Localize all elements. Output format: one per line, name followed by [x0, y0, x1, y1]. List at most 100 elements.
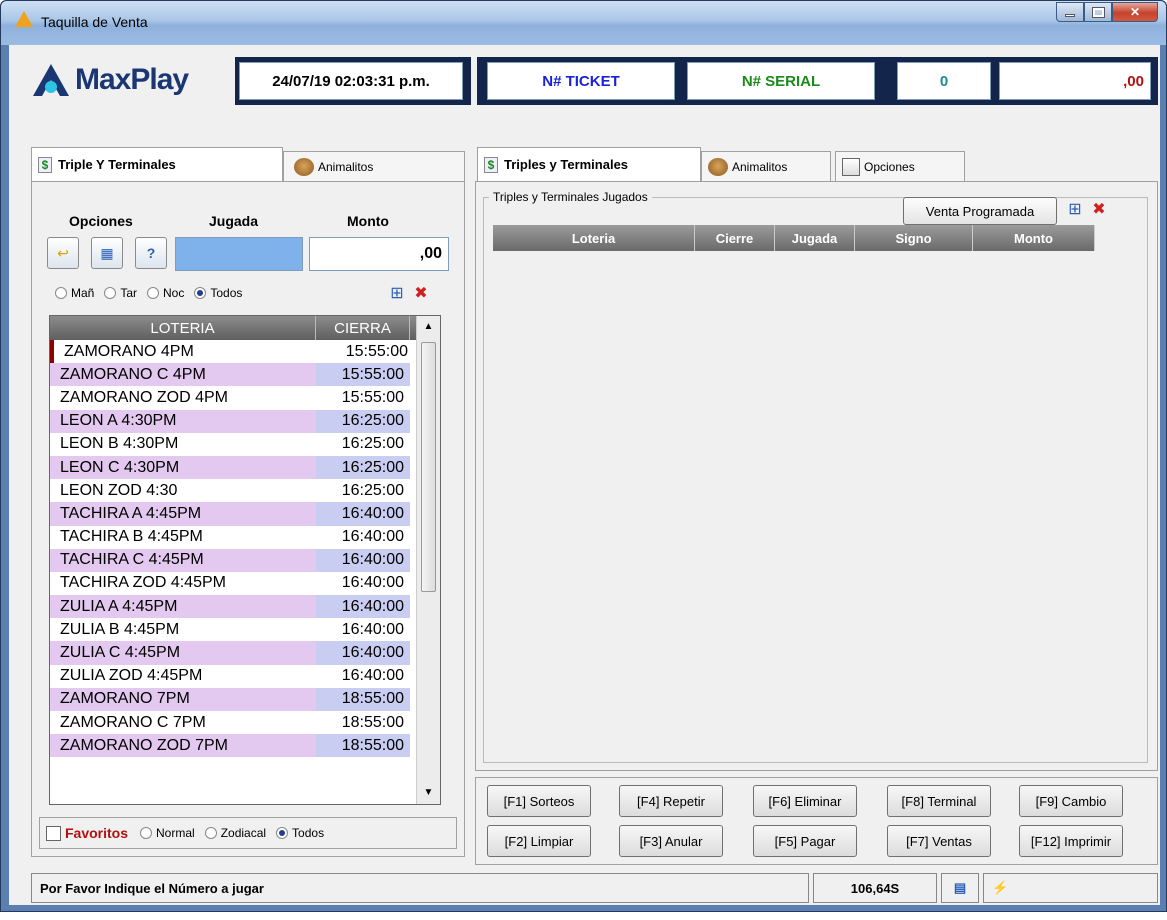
played-grid-header: Loteria Cierre Jugada Signo Monto	[493, 225, 1095, 251]
opciones-label: Opciones	[69, 213, 133, 229]
report-icon[interactable]: ▤	[941, 873, 979, 903]
jugada-input[interactable]	[175, 237, 303, 271]
radio-label: Todos	[292, 826, 325, 840]
dollar-icon: $	[38, 156, 52, 173]
fkey-button[interactable]: [F3] Anular	[619, 825, 723, 857]
radio-normal[interactable]: Normal	[140, 826, 195, 840]
scroll-down-icon[interactable]: ▼	[417, 782, 440, 804]
grid-button[interactable]: ▦	[91, 237, 123, 269]
lottery-row[interactable]: ZULIA A 4:45PM 16:40:00	[50, 595, 440, 619]
column-header[interactable]: Loteria	[493, 225, 695, 251]
options-icon	[842, 157, 860, 176]
logo-text: MaxPlay	[75, 63, 189, 96]
lion-icon	[708, 157, 728, 176]
lottery-name: ZAMORANO ZOD 4PM	[60, 388, 229, 406]
fkey-button[interactable]: [F7] Ventas	[887, 825, 991, 857]
lottery-name: LEON C 4:30PM	[50, 455, 316, 480]
favoritos-label: Favoritos	[65, 825, 129, 841]
expand-icon[interactable]: ⊞	[1065, 199, 1085, 219]
radio-label: Normal	[156, 826, 195, 840]
lottery-row[interactable]: ZULIA B 4:45PM 16:40:00	[50, 618, 440, 641]
tab-triples-terminales-right[interactable]: $ Triples y Terminales	[477, 147, 701, 181]
venta-programada-button[interactable]: Venta Programada	[903, 197, 1057, 225]
lottery-row[interactable]: LEON B 4:30PM 16:25:00	[50, 433, 440, 456]
ticket-amount: ,00	[999, 62, 1151, 100]
maximize-button[interactable]	[1084, 2, 1112, 22]
lottery-row[interactable]: TACHIRA A 4:45PM 16:40:00	[50, 502, 440, 526]
fkey-button[interactable]: [F2] Limpiar	[487, 825, 591, 857]
tab-opciones[interactable]: Opciones	[835, 151, 965, 181]
logo: MaxPlay	[31, 55, 189, 105]
fkey-button[interactable]: [F12] Imprimir	[1019, 825, 1123, 857]
lottery-row[interactable]: ZULIA C 4:45PM 16:40:00	[50, 641, 440, 665]
radio-zodiacal[interactable]: Zodiacal	[204, 826, 266, 840]
radio-manana[interactable]: Mañ	[55, 286, 94, 300]
lottery-close-time: 16:40:00	[341, 620, 404, 638]
lottery-row[interactable]: ZAMORANO 4PM 15:55:00	[50, 340, 440, 364]
fkey-button[interactable]: [F9] Cambio	[1019, 785, 1123, 817]
lottery-row[interactable]: LEON ZOD 4:30 16:25:00	[50, 479, 440, 502]
status-balance: 106,64S	[813, 873, 937, 903]
close-button[interactable]: ✕	[1112, 2, 1158, 22]
column-header[interactable]: Signo	[855, 225, 973, 251]
title-bar: Taquilla de Venta ✕	[1, 1, 1166, 45]
lottery-close-time: 16:40:00	[316, 595, 410, 619]
app-window: Taquilla de Venta ✕ MaxPlay 24/07/19 02:…	[0, 0, 1167, 912]
scroll-up-icon[interactable]: ▲	[417, 316, 440, 338]
column-header-loteria[interactable]: LOTERIA	[50, 316, 316, 340]
clear-icon[interactable]: ✖	[1089, 199, 1109, 219]
column-header[interactable]: Monto	[973, 225, 1095, 251]
accept-button[interactable]: ↩	[47, 237, 79, 269]
fkey-button[interactable]: [F5] Pagar	[753, 825, 857, 857]
tab-triple-terminales[interactable]: $ Triple Y Terminales	[31, 147, 283, 181]
ticket-info-bar: N# TICKET N# SERIAL 0 ,00	[477, 57, 1158, 105]
lottery-row[interactable]: ZAMORANO ZOD 4PM 15:55:00	[50, 386, 440, 409]
radio-todos-type[interactable]: Todos	[276, 826, 324, 840]
tab-label: Triple Y Terminales	[58, 157, 176, 172]
fkey-button[interactable]: [F6] Eliminar	[753, 785, 857, 817]
tab-animalitos-left[interactable]: Animalitos	[283, 151, 465, 181]
lottery-row[interactable]: LEON C 4:30PM 16:25:00	[50, 455, 440, 480]
column-header[interactable]: Jugada	[775, 225, 855, 251]
radio-todos-shift[interactable]: Todos	[194, 286, 242, 300]
column-header-cierra[interactable]: CIERRA	[316, 316, 410, 340]
lottery-close-time: 16:40:00	[341, 528, 404, 546]
fkey-button[interactable]: [F4] Repetir	[619, 785, 723, 817]
clear-icon[interactable]: ✖	[411, 283, 431, 303]
help-button[interactable]: ?	[135, 237, 167, 269]
monto-input[interactable]: ,00	[309, 237, 449, 271]
lottery-close-time: 18:55:00	[341, 713, 404, 731]
lottery-row[interactable]: ZAMORANO C 7PM 18:55:00	[50, 711, 440, 734]
tab-animalitos-right[interactable]: Animalitos	[701, 151, 831, 181]
fkey-button[interactable]: [F1] Sorteos	[487, 785, 591, 817]
lottery-row[interactable]: ZAMORANO ZOD 7PM 18:55:00	[50, 734, 440, 758]
radio-tarde[interactable]: Tar	[104, 286, 137, 300]
expand-icon[interactable]: ⊞	[387, 283, 407, 303]
radio-label: Mañ	[71, 286, 95, 300]
monto-label: Monto	[347, 213, 389, 229]
lottery-row[interactable]: ZAMORANO 7PM 18:55:00	[50, 687, 440, 711]
lottery-row[interactable]: ZULIA ZOD 4:45PM 16:40:00	[50, 665, 440, 688]
lottery-row[interactable]: TACHIRA B 4:45PM 16:40:00	[50, 526, 440, 549]
check-arrow-icon: ↩	[57, 244, 69, 261]
radio-noche[interactable]: Noc	[147, 286, 184, 300]
fkey-button[interactable]: [F8] Terminal	[887, 785, 991, 817]
scroll-thumb[interactable]	[421, 342, 436, 592]
filter-bar: Favoritos Normal Zodiacal Todos	[39, 817, 457, 849]
lottery-row[interactable]: TACHIRA C 4:45PM 16:40:00	[50, 548, 440, 572]
lottery-row[interactable]: LEON A 4:30PM 16:25:00	[50, 409, 440, 433]
jugada-label: Jugada	[209, 213, 259, 229]
lottery-name: TACHIRA A 4:45PM	[50, 502, 316, 526]
lottery-name: LEON ZOD 4:30	[60, 481, 178, 499]
radio-label: Noc	[163, 286, 185, 300]
lottery-row[interactable]: ZAMORANO C 4PM 15:55:00	[50, 363, 440, 387]
tab-label: Animalitos	[732, 159, 788, 174]
minimize-button[interactable]	[1056, 2, 1084, 22]
lottery-name: TACHIRA B 4:45PM	[60, 528, 203, 546]
app-icon	[15, 11, 33, 27]
lottery-name: ZAMORANO C 4PM	[50, 363, 316, 387]
list-scrollbar[interactable]: ▲ ▼	[416, 316, 440, 804]
lottery-row[interactable]: TACHIRA ZOD 4:45PM 16:40:00	[50, 572, 440, 595]
column-header[interactable]: Cierre	[695, 225, 775, 251]
favoritos-checkbox[interactable]	[46, 825, 61, 841]
